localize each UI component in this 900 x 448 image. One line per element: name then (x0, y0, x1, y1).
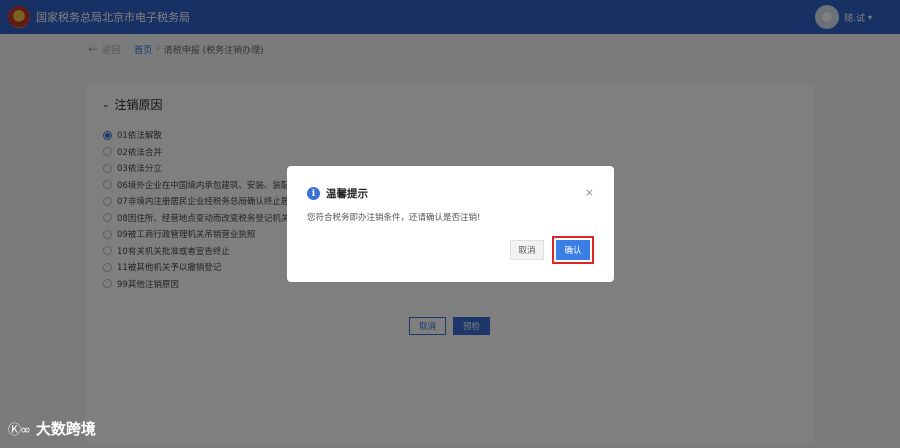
dialog-title: 温馨提示 (326, 188, 368, 200)
dialog-message: 您符合税务即办注销条件，还请确认是否注销! (307, 213, 481, 223)
dialog-cancel-button[interactable]: 取消 (510, 240, 544, 260)
watermark: Ⓚ∞ 大数跨境 (8, 418, 96, 439)
confirm-highlight: 确认 (552, 236, 594, 264)
info-icon: i (307, 187, 320, 200)
watermark-text: 大数跨境 (35, 420, 96, 438)
close-icon[interactable]: × (585, 186, 594, 199)
dialog-actions: 取消 确认 (510, 236, 594, 264)
watermark-logo: Ⓚ∞ (8, 423, 31, 438)
dialog-confirm-button[interactable]: 确认 (556, 240, 590, 260)
confirm-dialog: i 温馨提示 × 您符合税务即办注销条件，还请确认是否注销! 取消 确认 (287, 166, 614, 282)
dialog-header: i 温馨提示 (307, 186, 368, 201)
